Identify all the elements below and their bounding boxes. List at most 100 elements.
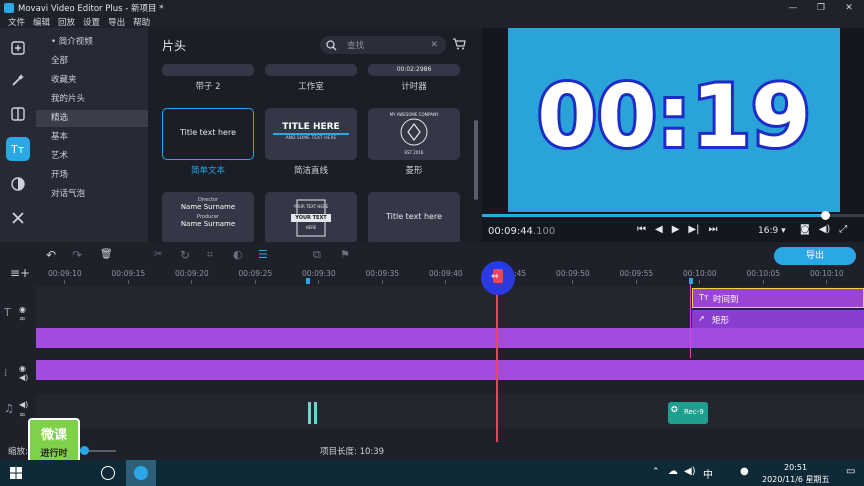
volume-icon[interactable]: ◀) [819,224,831,235]
title-card-plain[interactable]: Title text here [368,192,460,242]
title-card-simple-text[interactable]: Title text here [162,108,254,160]
marker-icon[interactable]: ⚑ [340,248,350,261]
link-icon[interactable]: ∞ [19,314,26,323]
ruler-tick [762,280,764,284]
titles-gallery: 片头 查找 ✕ 00:02:2986 带子 2 工作室 计时器 Title te… [148,28,482,242]
search-placeholder: 查找 [347,41,365,51]
timer-preview-text: 00:02:2986 [396,66,432,73]
category-item-selected[interactable]: 精选 [36,110,148,127]
cortana-icon[interactable] [101,466,115,480]
title-card-ribbon[interactable]: YOUR TEXT YOUR TEXT HERE HERE [265,192,357,242]
next-frame-icon[interactable]: ▶| [688,224,699,235]
mute-icon[interactable]: ◀) [19,400,28,409]
play-icon[interactable]: ▶ [672,224,680,235]
skip-start-icon[interactable]: ⏮ [637,224,646,235]
titles-button[interactable]: Tт [6,137,30,161]
ruler-tick-label: 00:09:25 [238,269,273,278]
minimize-button[interactable]: — [780,0,806,15]
window-title: Movavi Video Editor Plus - 新项目 * [18,3,164,14]
link-icon[interactable]: ∞ [19,410,26,419]
playback-progress[interactable] [482,214,864,217]
video-clip-2[interactable] [36,360,864,380]
mute-icon[interactable]: ◀) [19,373,28,382]
category-item[interactable]: 对话气泡 [36,186,148,203]
category-item[interactable]: 开场 [36,167,148,184]
titles-icon: Tт [11,143,25,156]
title-card-simple-line[interactable]: TITLE HERE AND SOME TEXT HERE [265,108,357,160]
redo-icon[interactable]: ↷ [72,248,82,262]
menu-playback[interactable]: 回放 [58,16,75,28]
menu-help[interactable]: 帮助 [133,16,150,28]
category-item[interactable]: 基本 [36,129,148,146]
audio-clip[interactable]: ✪ Rec-9 [668,402,708,424]
visibility-icon[interactable]: ◉ [19,364,26,373]
import-button[interactable] [6,36,30,60]
ruler-tick-label: 00:09:30 [302,269,336,278]
title-clip[interactable]: Tт 时间到 [692,288,864,308]
close-button[interactable]: ✕ [836,0,862,15]
crop-icon[interactable]: ⌗ [207,248,213,262]
zoom-slider-handle[interactable] [80,446,89,455]
clip-properties-icon[interactable]: ☰ [258,248,268,261]
category-panel: • 简介视频 全部 收藏夹 我的片头 精选 基本 艺术 开场 对话气泡 [36,28,148,242]
add-track-icon[interactable]: ≡+ [10,266,30,280]
ime-indicator[interactable]: 中 [703,466,713,481]
title-card-partial[interactable]: 00:02:2986 [368,64,460,76]
ribbon-text: YOUR TEXT [295,215,327,221]
menu-file[interactable]: 文件 [8,16,25,28]
windows-start-icon[interactable] [10,467,22,479]
overlay-icon[interactable]: ⧉ [313,248,321,262]
skip-end-icon[interactable]: ⏭ [708,224,717,235]
delete-icon[interactable]: 🗑 [100,249,113,260]
visibility-icon[interactable]: ◉ [19,305,26,314]
export-button[interactable]: 导出 [774,247,856,265]
effects-button[interactable] [6,68,30,92]
search-box[interactable]: 查找 ✕ [320,36,446,54]
notification-icon[interactable]: ▭ [846,466,855,477]
prev-frame-icon[interactable]: ◀ [655,224,663,235]
more-tools-button[interactable] [6,206,30,230]
time-ruler[interactable]: 00:09:10 00:09:15 00:09:20 00:09:25 00:09:30… [36,268,864,284]
maximize-button[interactable]: ❐ [808,0,834,15]
ruler-tick [572,280,573,284]
clear-search-icon[interactable]: ✕ [430,40,438,50]
title-card-partial[interactable] [265,64,357,76]
network-icon[interactable]: ☁ [668,466,678,477]
category-item[interactable]: 全部 [36,53,148,70]
cut-icon[interactable]: ✂ [154,249,162,260]
category-item[interactable]: • 简介视频 [36,34,148,51]
category-item[interactable]: 我的片头 [36,91,148,108]
camera-icon[interactable]: ◙ [800,224,810,235]
speaker-icon[interactable]: ◀) [684,466,696,477]
taskbar-time: 20:51 [784,463,808,472]
title-card-diamond[interactable]: MY AWESOME COMPANY EST 2016 [368,108,460,160]
tray-arrow-icon[interactable]: ⌃ [652,467,660,477]
progress-handle[interactable] [820,211,830,220]
shape-clip[interactable]: ↗ 矩形 [692,310,864,330]
color-icon[interactable]: ◐ [233,248,243,261]
cart-icon[interactable] [452,38,466,50]
magic-icon [12,74,24,86]
watermark-line1: 微课 [40,428,67,443]
ruler-tick [699,280,700,284]
menu-edit[interactable]: 编辑 [33,16,50,28]
undo-icon[interactable]: ↶ [46,248,56,262]
fullscreen-icon[interactable]: ⤢ [839,224,847,235]
title-card-credits[interactable]: Director Name Surname Producer Name Surn… [162,192,254,242]
menu-settings[interactable]: 设置 [83,16,100,28]
gallery-scrollbar[interactable] [474,120,478,200]
menu-bar: 文件 编辑 回放 设置 导出 帮助 [0,15,864,28]
playhead-line [496,276,498,460]
category-item[interactable]: 艺术 [36,148,148,165]
video-clip-1[interactable] [36,328,864,348]
aspect-ratio-select[interactable]: 16:9 ▾ [758,226,786,236]
taskbar-app-movavi[interactable] [126,460,156,486]
category-item[interactable]: 收藏夹 [36,72,148,89]
rotate-icon[interactable]: ↻ [180,248,190,262]
title-card-partial[interactable] [162,64,254,76]
wechat-tray-icon[interactable]: ● [740,466,749,477]
transitions-button[interactable] [6,172,30,196]
filters-button[interactable] [6,102,30,126]
menu-export[interactable]: 导出 [108,16,125,28]
playhead-handle[interactable]: ⇔ [481,261,515,295]
